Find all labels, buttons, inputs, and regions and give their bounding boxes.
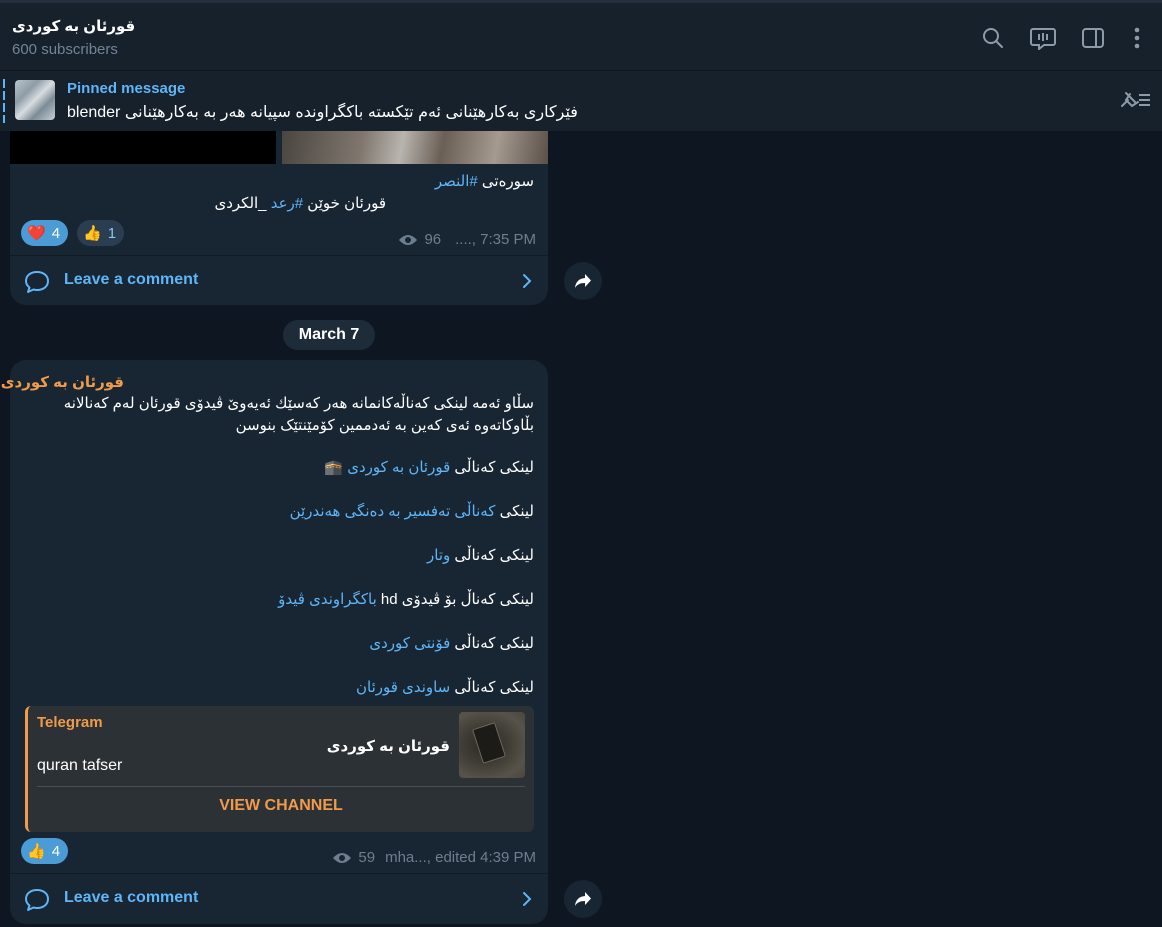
message-bubble[interactable]: سورەتی #النصر قورئان خوێن #رعد _الكردی ❤… <box>10 131 548 305</box>
view-channel-button[interactable]: VIEW CHANNEL <box>28 797 534 815</box>
share-button[interactable] <box>564 880 602 918</box>
message-text: سورەتی <box>477 173 534 190</box>
heart-icon: ❤️ <box>27 225 46 242</box>
reaction-count: 4 <box>51 224 61 242</box>
view-count: 96 <box>424 231 442 248</box>
message-text: سڵاو ئەمە لینکی کەناڵەکانمانە هەر کەسێك … <box>63 395 534 412</box>
pinned-thumbnail <box>15 80 55 120</box>
hashtag-link[interactable]: #النصر <box>435 173 478 190</box>
link-preview-card[interactable]: Telegram قورئان بە کوردی quran tafser VI… <box>25 706 534 832</box>
eye-icon <box>333 852 352 863</box>
channel-link[interactable]: باکگراوندی ڤیدۆ <box>278 591 377 608</box>
message-line: سورەتی #النصر <box>435 171 534 193</box>
subscriber-count: 600 subscribers <box>12 41 118 58</box>
search-icon[interactable] <box>980 25 1006 51</box>
link-prefix: لینکی کەناڵی <box>450 547 534 564</box>
live-stream-icon[interactable] <box>1030 25 1056 51</box>
eye-icon <box>399 234 418 245</box>
reaction-count: 1 <box>107 224 117 242</box>
channel-link[interactable]: وتار <box>427 547 450 564</box>
preview-site-name: Telegram <box>37 714 103 731</box>
link-prefix: لینکی <box>495 503 534 520</box>
message-meta: 96 ...., 7:35 PM <box>398 231 536 248</box>
hashtag-link[interactable]: #رعد <box>271 195 303 212</box>
sidebar-toggle-icon[interactable] <box>1080 25 1106 51</box>
channel-link[interactable]: فۆنتی کوردی <box>369 635 450 652</box>
comment-label: Leave a comment <box>64 271 199 288</box>
link-prefix: لینکی کەناڵی <box>450 679 534 696</box>
channel-link-line: لینکی کەناڵ بۆ ڤیدۆی hd باکگراوندی ڤیدۆ <box>278 590 534 608</box>
comment-icon <box>25 271 49 293</box>
link-prefix: لینکی کەناڵ بۆ ڤیدۆی hd <box>376 591 534 608</box>
message-time: ...., 7:35 PM <box>455 231 536 248</box>
channel-link-line: لینکی کەناڵی ساوندی قورئان <box>356 678 534 696</box>
divider <box>37 786 525 787</box>
channel-link-line: لینکی کەناڵی تەفسیر بە دەنگی هەندرێن <box>290 502 534 520</box>
message-line: قورئان خوێن #رعد _الكردی <box>214 193 386 215</box>
link-prefix: لینکی کەناڵی <box>450 459 534 476</box>
chat-header[interactable]: قورئان بە کوردی 600 subscribers <box>0 0 1162 70</box>
chevron-right-icon <box>523 274 532 288</box>
reaction-thumbs-up[interactable]: 👍 4 <box>21 838 69 864</box>
link-prefix: لینکی کەناڵی <box>450 635 534 652</box>
pinned-message-bar[interactable]: Pinned message blender فێرکاری بەکارهێنا… <box>0 70 1162 131</box>
reaction-count: 4 <box>51 842 61 860</box>
share-arrow-icon <box>575 892 591 906</box>
channel-link-line: لینکی کەناڵی فۆنتی کوردی <box>369 634 534 652</box>
reaction-heart[interactable]: ❤️ 4 <box>21 220 69 246</box>
message-text: بڵاوکاتەوە ئەی کەین بە ئەدممین کۆمێنتێک … <box>235 417 534 434</box>
leave-comment-button[interactable]: Leave a comment <box>10 873 548 923</box>
message-bubble[interactable]: قورئان بە کوردی سڵاو ئەمە لینکی کەناڵەکا… <box>1 360 548 924</box>
media-image[interactable] <box>282 131 548 164</box>
pinned-indicator <box>3 79 5 123</box>
channel-link-line: لینکی کەناڵی وتار <box>427 546 534 564</box>
comment-label: Leave a comment <box>64 889 199 906</box>
leave-comment-button[interactable]: Leave a comment <box>10 255 548 305</box>
more-options-icon[interactable] <box>1124 25 1150 51</box>
message-meta: 59 mha..., edited 4:39 PM <box>332 849 536 866</box>
kaaba-icon: 🕋 <box>324 459 348 476</box>
reaction-thumbs-up[interactable]: 👍 1 <box>77 220 125 246</box>
channel-link[interactable]: قورئان بە کوردی <box>347 459 450 476</box>
preview-thumbnail <box>459 712 525 778</box>
thumbs-up-icon: 👍 <box>27 843 46 860</box>
channel-link[interactable]: ساوندی قورئان <box>356 679 450 696</box>
date-separator: March 7 <box>283 320 375 350</box>
message-text: قورئان خوێن <box>303 195 386 212</box>
preview-title: قورئان بە کوردی <box>326 738 450 755</box>
pinned-text: blender فێرکاری بەکارهێنانی ئەم تێکستە ب… <box>67 104 578 121</box>
chevron-right-icon <box>523 892 532 906</box>
media-image[interactable] <box>10 131 276 164</box>
message-time: mha..., edited 4:39 PM <box>385 849 536 866</box>
quran-book-image <box>472 722 506 764</box>
message-author[interactable]: قورئان بە کوردی <box>1 373 124 391</box>
preview-description: quran tafser <box>37 757 123 774</box>
message-text: _الكردی <box>214 195 271 212</box>
channel-title[interactable]: قورئان بە کوردی <box>12 17 135 35</box>
view-count: 59 <box>358 849 376 866</box>
channel-link-line: لینکی کەناڵی قورئان بە کوردی 🕋 <box>324 458 534 476</box>
comment-icon <box>25 889 49 911</box>
thumbs-up-icon: 👍 <box>83 225 102 242</box>
share-arrow-icon <box>575 274 591 288</box>
pinned-list-icon[interactable] <box>1118 89 1152 116</box>
share-button[interactable] <box>564 262 602 300</box>
channel-link[interactable]: کەناڵی تەفسیر بە دەنگی هەندرێن <box>290 503 496 520</box>
pinned-label: Pinned message <box>67 80 186 97</box>
